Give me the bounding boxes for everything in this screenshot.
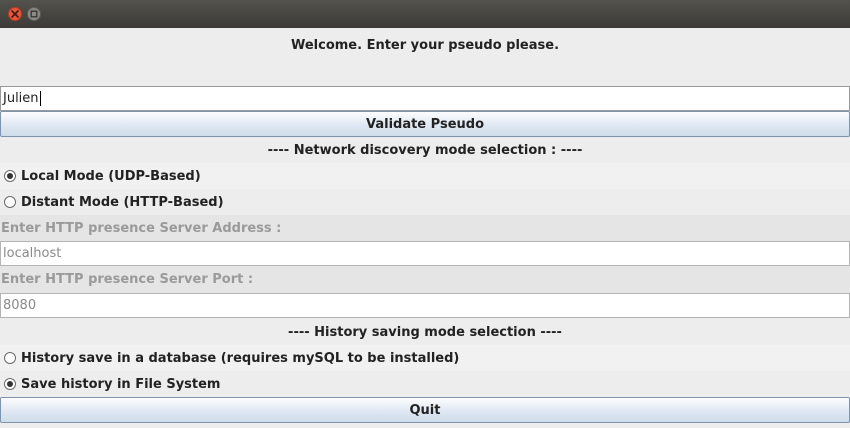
close-icon[interactable] <box>8 7 22 21</box>
welcome-label: Welcome. Enter your pseudo please. <box>290 38 560 53</box>
radio-history-filesystem-label: Save history in File System <box>21 376 221 392</box>
text-caret <box>39 91 41 106</box>
radio-unchecked-icon[interactable] <box>4 352 16 364</box>
radio-distant-mode-label: Distant Mode (HTTP-Based) <box>21 194 224 210</box>
radio-history-database-label: History save in a database (requires myS… <box>21 350 460 366</box>
history-section-title: ---- History saving mode selection ---- <box>288 324 562 340</box>
quit-label: Quit <box>409 402 441 418</box>
server-port-label-text: Enter HTTP presence Server Port : <box>1 272 254 287</box>
network-section-title: ---- Network discovery mode selection : … <box>267 142 583 158</box>
server-port-label: Enter HTTP presence Server Port : <box>0 266 850 293</box>
window-titlebar <box>0 0 850 28</box>
maximize-icon[interactable] <box>27 7 41 21</box>
quit-button[interactable]: Quit <box>0 397 850 423</box>
radio-distant-mode[interactable]: Distant Mode (HTTP-Based) <box>0 189 850 215</box>
server-address-value: localhost <box>3 246 62 261</box>
radio-local-mode-label: Local Mode (UDP-Based) <box>21 168 201 184</box>
server-address-label-text: Enter HTTP presence Server Address : <box>1 220 282 236</box>
radio-unchecked-icon[interactable] <box>4 196 16 208</box>
radio-local-mode[interactable]: Local Mode (UDP-Based) <box>0 163 850 189</box>
network-section-header: ---- Network discovery mode selection : … <box>0 137 850 163</box>
radio-history-database[interactable]: History save in a database (requires myS… <box>0 345 850 371</box>
server-port-input[interactable]: 8080 <box>0 293 850 318</box>
validate-pseudo-label: Validate Pseudo <box>365 116 484 132</box>
pseudo-input[interactable]: Julien <box>0 86 850 111</box>
server-address-input[interactable]: localhost <box>0 241 850 266</box>
pseudo-value: Julien <box>3 91 39 106</box>
welcome-panel: Welcome. Enter your pseudo please. <box>0 28 850 64</box>
spacer <box>0 64 850 86</box>
server-port-value: 8080 <box>3 298 37 313</box>
radio-history-filesystem[interactable]: Save history in File System <box>0 371 850 397</box>
radio-checked-icon[interactable] <box>4 378 16 390</box>
server-address-label: Enter HTTP presence Server Address : <box>0 215 850 241</box>
validate-pseudo-button[interactable]: Validate Pseudo <box>0 111 850 137</box>
radio-checked-icon[interactable] <box>4 170 16 182</box>
history-section-header: ---- History saving mode selection ---- <box>0 319 850 345</box>
